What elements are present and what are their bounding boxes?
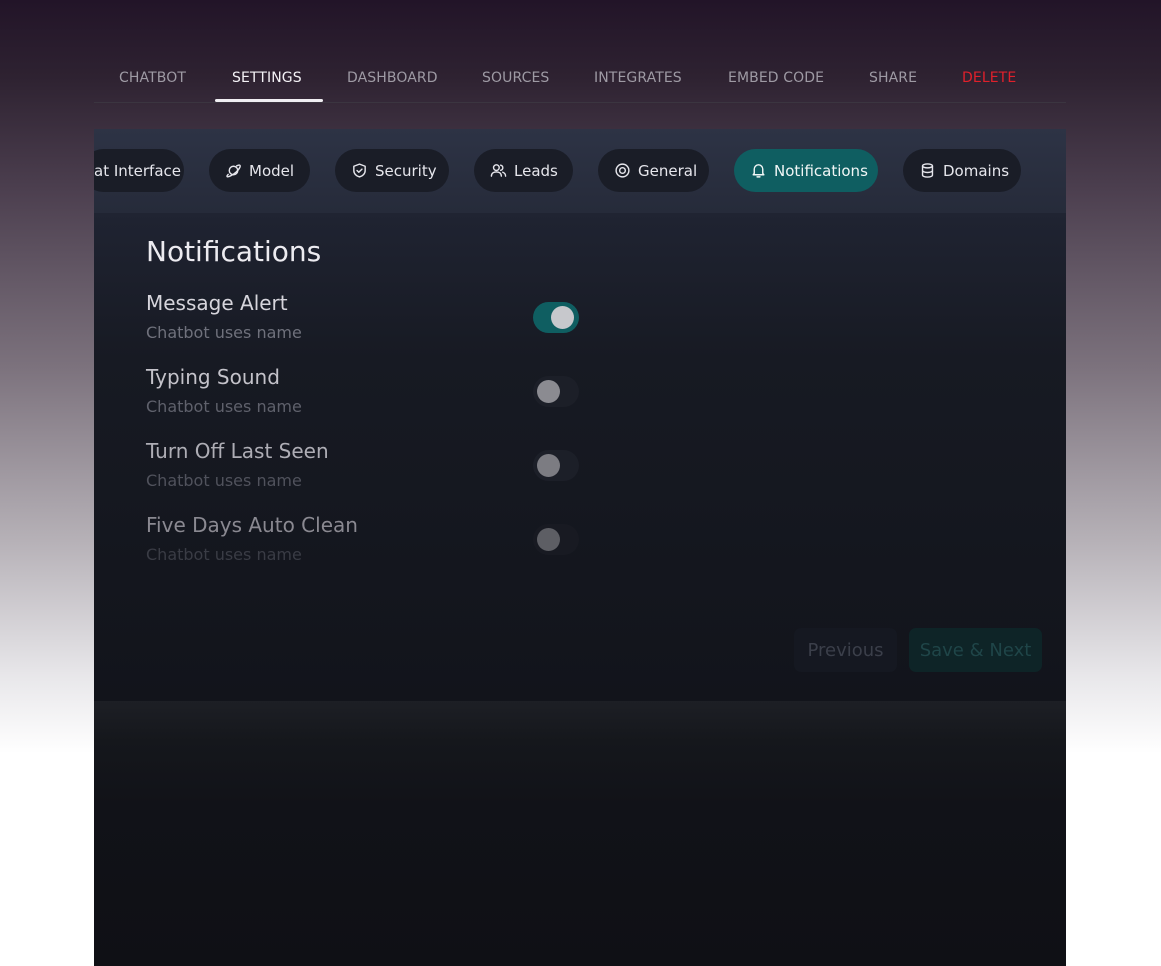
previous-button[interactable]: Previous [794, 628, 897, 672]
tab-chatbot[interactable]: CHATBOT [119, 70, 186, 86]
app-window: CHATBOT SETTINGS DASHBOARD SOURCES INTEG… [94, 0, 1066, 966]
settings-tab-label: Notifications [774, 161, 868, 180]
settings-tab-leads[interactable]: Leads [474, 149, 573, 192]
settings-tab-label: General [638, 161, 698, 180]
setting-description: Chatbot uses name [146, 471, 302, 490]
toggle-knob [551, 306, 574, 329]
settings-tab-label: Model [249, 161, 295, 180]
setting-description: Chatbot uses name [146, 545, 302, 564]
tab-dashboard[interactable]: DASHBOARD [347, 70, 438, 86]
active-tab-indicator [215, 99, 323, 102]
target-icon [615, 163, 630, 178]
setting-title: Turn Off Last Seen [146, 439, 329, 463]
settings-tab-bar: at Interface Model Security Leads Genera… [94, 129, 1066, 213]
top-nav: CHATBOT SETTINGS DASHBOARD SOURCES INTEG… [94, 60, 1066, 103]
tab-delete[interactable]: DELETE [962, 70, 1016, 86]
toggle-knob [537, 380, 560, 403]
settings-tab-label: at Interface [94, 161, 181, 180]
setting-description: Chatbot uses name [146, 397, 302, 416]
settings-tab-label: Leads [514, 161, 558, 180]
shield-check-icon [353, 163, 366, 178]
content-area-lower [94, 701, 1066, 966]
settings-tab-security[interactable]: Security [335, 149, 449, 192]
setting-title: Message Alert [146, 291, 288, 315]
database-icon [921, 163, 934, 178]
settings-tab-model[interactable]: Model [209, 149, 310, 192]
tab-embed-code[interactable]: EMBED CODE [728, 70, 824, 86]
users-icon [490, 164, 507, 177]
settings-tab-general[interactable]: General [598, 149, 709, 192]
settings-tab-label: Domains [943, 161, 1010, 180]
save-next-button[interactable]: Save & Next [909, 628, 1042, 672]
tab-share[interactable]: SHARE [869, 70, 917, 86]
toggle-knob [537, 454, 560, 477]
tab-settings[interactable]: SETTINGS [232, 70, 302, 86]
message-alert-toggle[interactable] [533, 302, 579, 333]
settings-tab-domains[interactable]: Domains [903, 149, 1021, 192]
tab-integrates[interactable]: INTEGRATES [594, 70, 682, 86]
tab-sources[interactable]: SOURCES [482, 70, 549, 86]
planet-icon [226, 164, 241, 178]
setting-title: Typing Sound [146, 365, 280, 389]
toggle-knob [537, 528, 560, 551]
settings-tab-notifications[interactable]: Notifications [734, 149, 878, 192]
settings-tab-chat-interface[interactable]: at Interface [94, 149, 184, 192]
turn-off-last-seen-toggle[interactable] [533, 450, 579, 481]
setting-title: Five Days Auto Clean [146, 513, 358, 537]
typing-sound-toggle[interactable] [533, 376, 579, 407]
settings-tab-label: Security [375, 161, 437, 180]
section-title: Notifications [146, 235, 322, 268]
five-days-auto-clean-toggle[interactable] [533, 524, 579, 555]
setting-description: Chatbot uses name [146, 323, 302, 342]
bell-icon [752, 164, 765, 178]
settings-panel: at Interface Model Security Leads Genera… [94, 129, 1066, 701]
